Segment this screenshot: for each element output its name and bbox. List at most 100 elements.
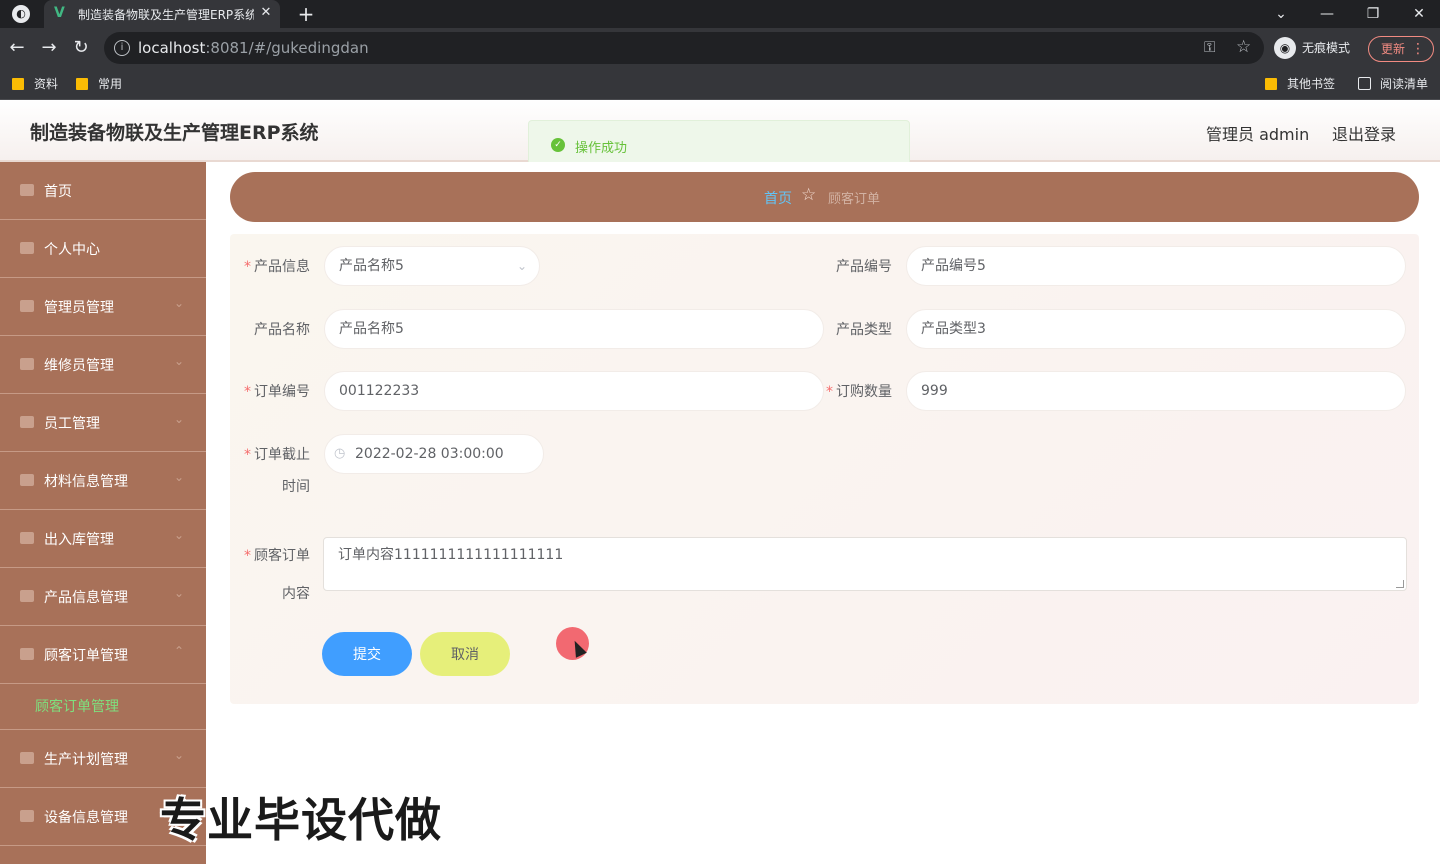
logout-link[interactable]: 退出登录 [1332, 121, 1396, 145]
browser-toolbar: ← → ↻ i localhost:8081/#/gukedingdan ⚿ ☆… [0, 28, 1440, 68]
tab-search-icon[interactable]: ⌄ [1266, 2, 1296, 26]
folder-icon [12, 78, 24, 90]
chevron-down-icon: ⌄ [174, 354, 185, 368]
tab-title: 制造装备物联及生产管理ERP系统 [78, 8, 254, 22]
content-label: * 顾客订单 [244, 548, 310, 564]
chevron-down-icon: ⌄ [174, 528, 185, 542]
order-qty-input[interactable]: 999 [906, 371, 1406, 411]
forward-icon[interactable]: → [38, 37, 60, 59]
order-qty-label: * 订购数量 [826, 384, 892, 400]
product-type-input[interactable]: 产品类型3 [906, 309, 1406, 349]
menu-icon [20, 810, 34, 822]
product-info-select[interactable]: 产品名称5 ⌄ [324, 246, 540, 286]
app-title: 制造装备物联及生产管理ERP系统 [30, 122, 319, 144]
content-textarea[interactable]: 订单内容1111111111111111111 [323, 537, 1407, 591]
product-code-label: 产品编号 [836, 259, 892, 275]
incognito-indicator[interactable]: ◉ 无痕模式 [1274, 36, 1350, 60]
browser-tab[interactable]: V 制造装备物联及生产管理ERP系统 ✕ [44, 0, 280, 28]
restore-icon[interactable]: ❐ [1358, 2, 1388, 26]
menu-icon [20, 532, 34, 544]
back-icon[interactable]: ← [6, 37, 28, 59]
sidebar-item-product[interactable]: 产品信息管理 ⌄ [0, 568, 206, 626]
folder-icon [76, 78, 88, 90]
breadcrumb-home[interactable]: 首页 [764, 188, 792, 208]
vue-logo-icon: V [54, 5, 65, 21]
browser-profile-icon[interactable]: ◐ [12, 5, 30, 23]
more-menu-icon: ⋮ [1411, 41, 1425, 57]
sidebar-item-inventory[interactable]: 出入库管理 ⌄ [0, 510, 206, 568]
sidebar-item-material[interactable]: 材料信息管理 ⌄ [0, 452, 206, 510]
minimize-icon[interactable]: — [1312, 2, 1342, 26]
address-bar[interactable]: i localhost:8081/#/gukedingdan ⚿ ☆ [104, 32, 1264, 64]
order-no-label: * 订单编号 [244, 384, 310, 400]
update-button[interactable]: 更新 ⋮ [1368, 36, 1434, 62]
chevron-down-icon: ⌄ [174, 470, 185, 484]
grid-icon [20, 300, 34, 312]
chevron-down-icon: ⌄ [174, 412, 185, 426]
sidebar-item-home[interactable]: 首页 [0, 162, 206, 220]
clock-icon: ◷ [334, 446, 346, 461]
other-bookmarks[interactable]: 其他书签 [1265, 75, 1335, 93]
watermark-text: 专业毕设代做 [160, 793, 442, 847]
product-name-label: 产品名称 [254, 322, 310, 338]
address-url[interactable]: localhost:8081/#/gukedingdan [138, 39, 369, 57]
product-type-label: 产品类型 [836, 322, 892, 338]
sidebar: 首页 个人中心 管理员管理 ⌄ 维修员管理 ⌄ 员工管理 ⌄ 材料信息管理 ⌄ … [0, 162, 206, 864]
folder-icon [1265, 78, 1277, 90]
breadcrumb: 首页 ☆ 顾客订单 [230, 172, 1419, 222]
menu-icon [20, 358, 34, 370]
sidebar-item-admin[interactable]: 管理员管理 ⌄ [0, 278, 206, 336]
chevron-down-icon: ⌄ [174, 748, 185, 762]
product-info-label: * 产品信息 [244, 259, 310, 275]
user-icon [20, 242, 34, 254]
current-user-label: 管理员 admin [1206, 125, 1310, 144]
deadline-datetime-input[interactable]: ◷ 2022-02-28 03:00:00 [324, 434, 544, 474]
deadline-label: * 订单截止 [244, 447, 310, 463]
reading-list[interactable]: 阅读清单 [1358, 75, 1428, 93]
breadcrumb-current: 顾客订单 [828, 192, 881, 207]
success-toast: ✓ 操作成功 [528, 120, 910, 168]
reload-icon[interactable]: ↻ [70, 37, 92, 59]
sidebar-item-production-plan[interactable]: 生产计划管理 ⌄ [0, 730, 206, 788]
chevron-up-icon: ⌃ [174, 644, 185, 658]
browser-tab-bar: ◐ V 制造装备物联及生产管理ERP系统 ✕ + ⌄ — ❐ ✕ [0, 0, 1440, 28]
chevron-down-icon: ⌄ [174, 296, 185, 310]
deadline-label-line2: 时间 [282, 479, 310, 495]
home-icon [20, 184, 34, 196]
menu-icon [20, 752, 34, 764]
cancel-button[interactable]: 取消 [420, 632, 510, 676]
main-content: 首页 ☆ 顾客订单 * 产品信息 产品名称5 ⌄ 产品编号 产品编号5 产品名称 … [206, 162, 1440, 864]
chevron-down-icon: ⌄ [174, 586, 185, 600]
sidebar-item-repairman[interactable]: 维修员管理 ⌄ [0, 336, 206, 394]
menu-icon [20, 590, 34, 602]
close-window-icon[interactable]: ✕ [1404, 2, 1434, 26]
sidebar-subitem-customer-order[interactable]: 顾客订单管理 [0, 680, 206, 730]
bookmark-star-icon[interactable]: ☆ [1236, 37, 1251, 57]
product-name-input[interactable]: 产品名称5 [324, 309, 824, 349]
order-no-input[interactable]: 001122233 [324, 371, 824, 411]
chevron-down-icon: ⌄ [516, 259, 527, 273]
toast-message: 操作成功 [575, 141, 628, 156]
close-tab-icon[interactable]: ✕ [258, 5, 274, 21]
check-circle-icon: ✓ [551, 138, 565, 152]
sidebar-item-staff[interactable]: 员工管理 ⌄ [0, 394, 206, 452]
reading-list-icon [1358, 77, 1371, 90]
sidebar-item-customer-order[interactable]: 顾客订单管理 ⌃ [0, 626, 206, 684]
incognito-icon: ◉ [1274, 37, 1296, 59]
menu-icon [20, 416, 34, 428]
bookmark-folder[interactable]: 常用 [76, 75, 122, 93]
sidebar-item-profile[interactable]: 个人中心 [0, 220, 206, 278]
submit-button[interactable]: 提交 [322, 632, 412, 676]
content-label-line2: 内容 [282, 586, 310, 602]
bookmark-folder[interactable]: 资料 [12, 75, 58, 93]
new-tab-icon[interactable]: + [294, 3, 318, 25]
menu-icon [20, 648, 34, 660]
bookmarks-bar: 资料 常用 其他书签 阅读清单 [0, 68, 1440, 100]
product-code-input[interactable]: 产品编号5 [906, 246, 1406, 286]
password-key-icon[interactable]: ⚿ [1204, 38, 1215, 56]
site-info-icon[interactable]: i [114, 40, 130, 56]
menu-icon [20, 474, 34, 486]
order-form: * 产品信息 产品名称5 ⌄ 产品编号 产品编号5 产品名称 产品名称5 产品类型… [230, 234, 1419, 704]
star-icon: ☆ [801, 185, 817, 205]
resize-handle[interactable] [1396, 580, 1404, 588]
